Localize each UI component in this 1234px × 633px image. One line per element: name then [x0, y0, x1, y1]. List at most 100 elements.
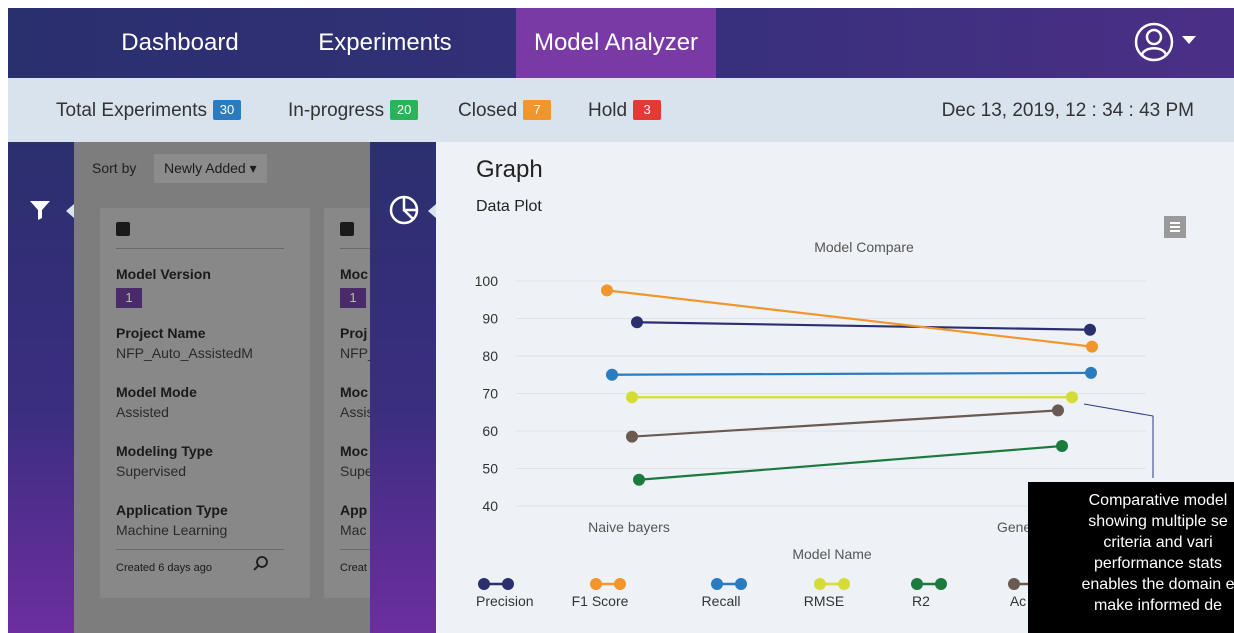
legend-marker	[735, 578, 747, 590]
model-mode-value: Assis	[340, 404, 370, 420]
stat-inprogress-badge: 20	[390, 100, 419, 120]
legend-label: Recall	[702, 593, 741, 609]
application-type-value: Machine Learning	[116, 522, 228, 538]
created-date: Created 6 days ago	[116, 562, 213, 574]
legend-item: F1 Score	[572, 578, 629, 609]
sort-label: Sort by	[92, 160, 137, 176]
model-version-badge: 1	[340, 288, 366, 308]
legend-marker	[711, 578, 723, 590]
legend-label: Precision	[476, 593, 534, 609]
model-version-badge: 1	[116, 288, 142, 308]
stat-closed-label: Closed	[458, 100, 518, 121]
analyzer-rail	[370, 142, 436, 633]
legend-label: F1 Score	[572, 593, 629, 609]
data-point	[606, 368, 618, 381]
legend-marker	[814, 578, 826, 590]
model-mode-label: Model Mode	[116, 384, 197, 400]
nav-model-analyzer[interactable]: Model Analyzer	[516, 8, 716, 78]
data-point	[1084, 323, 1096, 336]
project-name-value: NFP_Auto_AssistedM	[116, 345, 253, 361]
callout-line: enables the domain e	[1081, 576, 1234, 593]
legend-label: RMSE	[804, 593, 844, 609]
data-point	[626, 391, 638, 404]
series-line	[636, 321, 1091, 331]
experiment-list-panel: Sort by Newly Added ▾ Model Version 1 Pr…	[74, 142, 370, 633]
nav-experiments[interactable]: Experiments	[300, 8, 470, 78]
sort-select[interactable]: Newly Added ▾	[154, 154, 267, 183]
datetime: Dec 13, 2019, 12 : 34 : 43 PM	[941, 100, 1194, 121]
application-type-label: Application Type	[116, 502, 228, 518]
stat-hold: Hold 3	[588, 100, 662, 122]
callout-line: Comparative model	[1088, 492, 1228, 509]
legend-marker	[1008, 578, 1020, 590]
series-line	[631, 409, 1059, 438]
callout-line: showing multiple se	[1088, 513, 1228, 530]
series-line	[638, 444, 1063, 481]
model-mode-label: Moc	[340, 384, 368, 400]
legend-item: R2	[911, 578, 947, 609]
created-date: Creat	[340, 562, 367, 574]
chevron-down-icon: ▾	[249, 160, 257, 176]
y-tick-label: 40	[482, 498, 498, 514]
stat-closed: Closed 7	[458, 100, 552, 122]
data-point	[1085, 366, 1097, 379]
chart-x-axis-label: Model Name	[792, 546, 872, 562]
pie-chart-icon[interactable]	[388, 194, 420, 231]
legend-label: Ac	[1010, 593, 1026, 609]
callout-line: make informed de	[1093, 597, 1223, 614]
stat-hold-label: Hold	[588, 100, 628, 121]
nav-dashboard[interactable]: Dashboard	[100, 8, 260, 78]
sort-value: Newly Added	[164, 160, 246, 176]
experiment-card[interactable]: Model Version 1 Project Name NFP_Auto_As…	[100, 208, 310, 598]
legend-marker	[911, 578, 923, 590]
divider	[116, 549, 284, 550]
checkbox[interactable]	[116, 222, 130, 236]
model-version-label: Model Version	[116, 266, 211, 282]
app-frame: Dashboard Experiments Model Analyzer Tot…	[8, 8, 1234, 633]
modeling-type-value: Supe	[340, 463, 370, 479]
callout-line: criteria and vari	[1103, 534, 1213, 551]
divider	[340, 549, 370, 550]
user-circle-icon[interactable]	[1134, 22, 1174, 62]
stat-total: Total Experiments 30	[56, 100, 242, 122]
user-menu-caret-icon[interactable]	[1182, 36, 1196, 44]
legend-marker	[935, 578, 947, 590]
legend-marker	[478, 578, 490, 590]
filter-icon[interactable]	[28, 198, 52, 227]
data-point	[633, 473, 645, 486]
data-point	[1066, 391, 1078, 404]
data-point	[1052, 404, 1064, 417]
stat-total-badge: 30	[213, 100, 242, 120]
left-rail	[8, 142, 74, 633]
search-icon[interactable]	[252, 555, 270, 578]
y-tick-label: 60	[482, 423, 498, 439]
legend-item: RMSE	[804, 578, 850, 609]
y-tick-label: 50	[482, 461, 498, 477]
data-point	[626, 430, 638, 443]
series-line	[611, 371, 1092, 376]
legend-marker	[838, 578, 850, 590]
stat-hold-badge: 3	[633, 100, 662, 120]
legend-item: Precision	[476, 578, 534, 609]
chart-title: Model Compare	[814, 239, 914, 255]
y-tick-label: 90	[482, 311, 498, 327]
experiment-card[interactable]: Moc 1 Proj NFP_ Moc Assis Moc Supe App M…	[324, 208, 370, 598]
data-point	[631, 316, 643, 329]
top-navigation: Dashboard Experiments Model Analyzer	[8, 8, 1234, 78]
legend-marker	[502, 578, 514, 590]
application-type-label: App	[340, 502, 368, 518]
x-tick-label: Naive bayers	[588, 519, 670, 535]
data-point	[1056, 440, 1068, 452]
rail-pointer-icon	[428, 204, 436, 218]
model-version-label: Moc	[340, 266, 368, 282]
stat-inprogress-label: In-progress	[288, 100, 385, 121]
data-point	[601, 284, 613, 297]
y-tick-label: 70	[482, 386, 498, 402]
y-tick-label: 100	[475, 273, 499, 289]
checkbox[interactable]	[340, 222, 354, 236]
modeling-type-value: Supervised	[116, 463, 187, 479]
legend-item: Recall	[702, 578, 747, 609]
modeling-type-label: Modeling Type	[116, 443, 213, 459]
legend-label: R2	[912, 593, 930, 609]
stat-total-label: Total Experiments	[56, 100, 208, 121]
